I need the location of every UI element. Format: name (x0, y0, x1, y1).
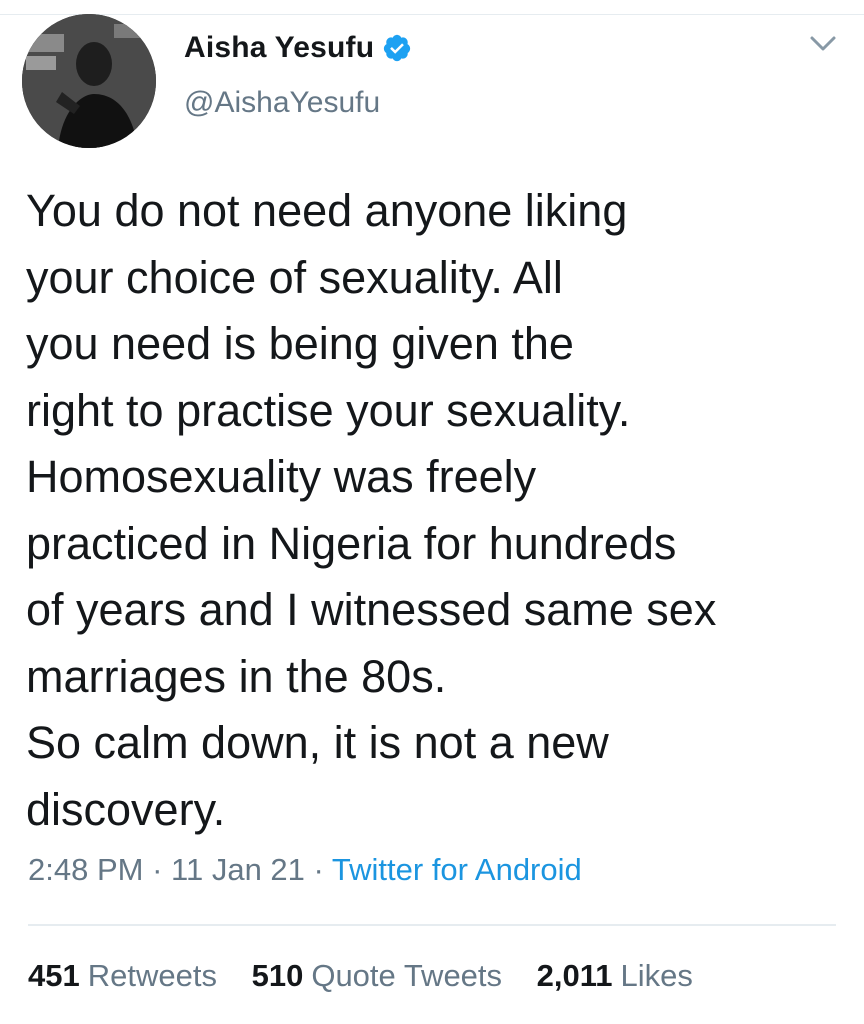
tweet-text-line: So calm down, it is not a new (26, 717, 609, 768)
display-name[interactable]: Aisha Yesufu (184, 31, 374, 65)
stats-divider (28, 924, 836, 926)
tweet-text-line: you need is being given the (26, 318, 574, 369)
chevron-down-icon[interactable] (806, 30, 840, 56)
meta-separator: · (152, 852, 163, 887)
tweet-meta: 2:48 PM · 11 Jan 21 · Twitter for Androi… (28, 852, 582, 888)
tweet-text-line: your choice of sexuality. All (26, 251, 563, 303)
quote-tweets-count: 510 (251, 958, 304, 993)
tweet-text-line: right to practise your sexuality. (26, 384, 631, 436)
quote-tweets-stat[interactable]: 510 Quote Tweets (252, 958, 502, 993)
tweet-text-line: marriages in the 80s. (26, 650, 447, 702)
tweet-source-link[interactable]: Twitter for Android (332, 852, 582, 887)
tweet-text-line: discovery. (26, 783, 226, 835)
retweets-label: Retweets (87, 958, 217, 993)
likes-count: 2,011 (536, 958, 613, 993)
verified-badge-icon (384, 34, 411, 62)
avatar[interactable] (22, 14, 156, 148)
tweet-time[interactable]: 2:48 PM (28, 852, 143, 887)
retweets-count: 451 (28, 958, 80, 993)
engagement-stats: 451 Retweets 510 Quote Tweets 2,011 Likes (28, 958, 719, 994)
retweets-stat[interactable]: 451 Retweets (28, 958, 217, 993)
tweet-text: You do not need anyone liking your choic… (26, 178, 846, 843)
likes-stat[interactable]: 2,011 Likes (537, 958, 693, 993)
tweet-text-line: You do not need anyone liking (26, 185, 628, 236)
tweet-date[interactable]: 11 Jan 21 (171, 852, 305, 887)
likes-label: Likes (620, 958, 693, 993)
handle[interactable]: @AishaYesufu (184, 86, 380, 120)
tweet-text-line: practiced in Nigeria for hundreds (26, 517, 677, 569)
meta-separator: · (313, 852, 324, 887)
profile-photo-icon (22, 14, 156, 148)
tweet-text-line: of years and I witnessed same sex (26, 584, 717, 635)
author-name-row: Aisha Yesufu (184, 26, 412, 70)
top-divider (0, 14, 864, 15)
tweet-text-line: Homosexuality was freely (26, 451, 537, 502)
quote-tweets-label: Quote Tweets (311, 958, 503, 993)
